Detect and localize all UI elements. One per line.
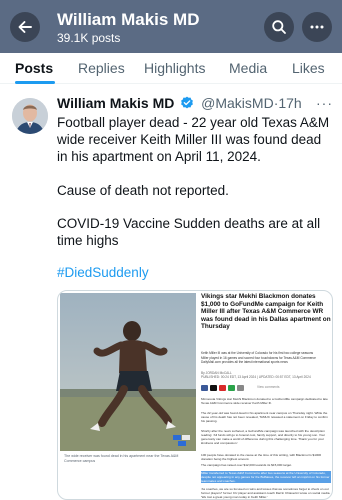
article-paragraph: 'As coaches, we are so focused on wins a… <box>201 487 331 499</box>
whatsapp-share-icon <box>228 385 235 391</box>
tab-replies[interactable]: Replies <box>78 60 125 76</box>
hashtag-link[interactable]: #DiedSuddenly <box>57 265 149 280</box>
pinterest-share-icon <box>219 385 226 391</box>
posts-count: 39.1K posts <box>57 31 121 45</box>
post-text-paragraph: Football player dead - 22 year old Texas… <box>57 115 330 164</box>
byline-dates: PUBLISHED: 00:24 EDT, 13 April 2024 | UP… <box>201 375 311 380</box>
tab-likes[interactable]: Likes <box>292 60 325 76</box>
tab-media[interactable]: Media <box>229 60 267 76</box>
x-share-icon <box>210 385 217 391</box>
email-share-icon <box>237 385 244 391</box>
verified-badge-icon <box>180 96 194 113</box>
comments-link: View comments <box>257 385 280 389</box>
post-media-image[interactable]: The wide receiver was found dead in his … <box>57 290 333 500</box>
football-player-photo <box>60 293 196 451</box>
avatar-photo <box>12 98 48 134</box>
article-paragraph: The campaign has raised over $12,000 tow… <box>201 463 292 467</box>
author-handle[interactable]: @MakisMD <box>201 95 274 111</box>
article-paragraph-highlighted: Miller transferred to Texas A&M Commerce… <box>201 471 331 483</box>
profile-header-bar: William Makis MD 39.1K posts <box>0 0 342 53</box>
avatar[interactable] <box>12 98 48 134</box>
tab-posts[interactable]: Posts <box>15 60 53 76</box>
back-arrow-icon <box>18 21 32 33</box>
post-header: William Makis MD @MakisMD·17h <box>57 95 342 113</box>
search-icon <box>272 20 286 34</box>
article-headline: Vikings star Mekhi Blackmon donates $1,0… <box>201 293 331 331</box>
facebook-share-icon <box>201 385 208 391</box>
back-button[interactable] <box>10 12 40 42</box>
active-tab-indicator <box>15 81 55 84</box>
article-bullet: Keith Miller III was at the University o… <box>201 351 314 355</box>
article-paragraph: The 22-year-old was found dead in his ap… <box>201 411 328 423</box>
article-paragraph: Minnesota Vikings star Mekhi Blackmon do… <box>201 397 328 405</box>
search-button[interactable] <box>264 12 294 42</box>
post-text-paragraph: COVID-19 Vaccine Sudden deaths are at al… <box>57 216 321 248</box>
tab-highlights[interactable]: Highlights <box>144 60 205 76</box>
profile-name: William Makis MD <box>57 10 200 29</box>
more-icon <box>310 25 324 29</box>
more-options-button[interactable] <box>302 12 332 42</box>
article-byline: By JORDAN McCALL PUBLISHED: 00:24 EDT, 1… <box>201 371 311 379</box>
article-screenshot: Vikings star Mekhi Blackmon donates $1,0… <box>199 291 332 499</box>
article-bullet: DailyMail.com provides all the latest in… <box>201 360 288 365</box>
post-text-paragraph: Cause of death not reported. <box>57 183 229 198</box>
article-bullets: Keith Miller III was at the University o… <box>201 351 331 365</box>
post-time[interactable]: 17h <box>278 95 301 111</box>
profile-tabs: Posts Replies Highlights Media Likes <box>0 53 342 84</box>
photo-caption: The wide receiver was found dead in his … <box>64 454 179 463</box>
article-paragraph: Shortly after the news surfaced, a GoFun… <box>201 429 326 445</box>
author-name[interactable]: William Makis MD <box>57 95 174 111</box>
article-paragraph: 100 people have donated to the cause at … <box>201 453 322 461</box>
post-more-icon[interactable]: ··· <box>316 95 333 111</box>
share-buttons: View comments <box>201 385 331 393</box>
